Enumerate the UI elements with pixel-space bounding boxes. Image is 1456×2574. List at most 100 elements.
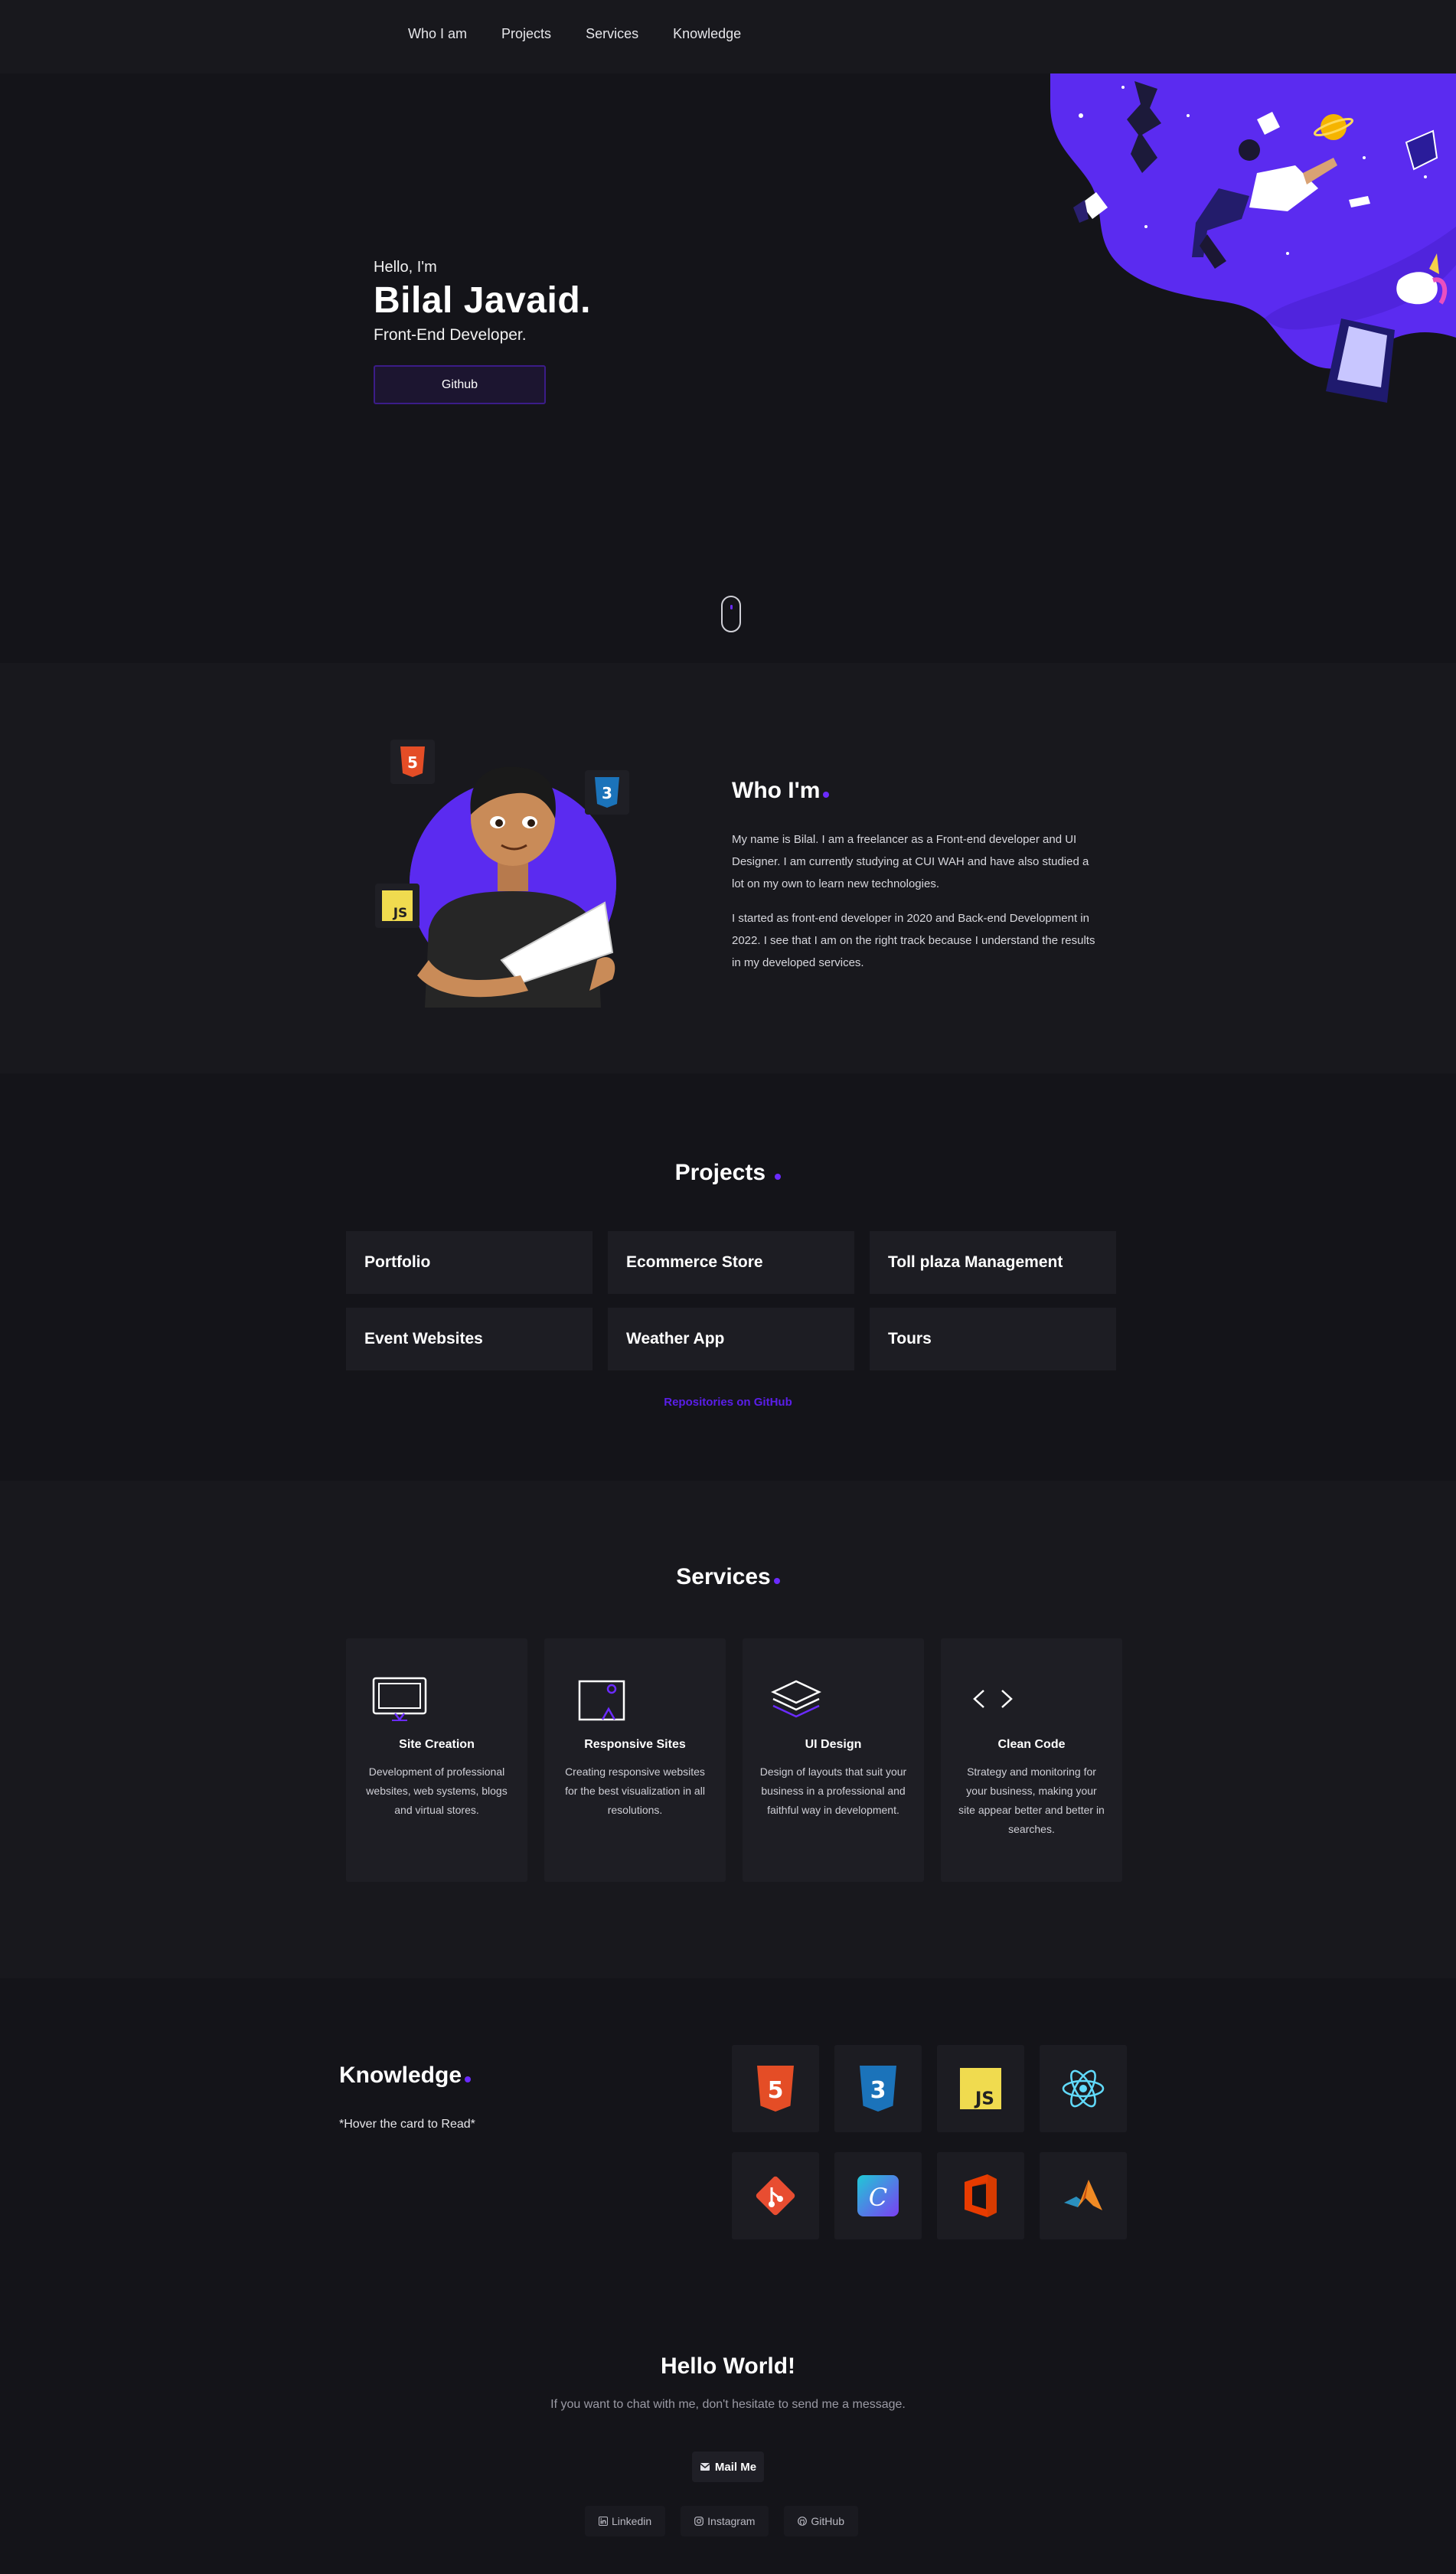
knowledge-card-git[interactable] [732, 2152, 819, 2239]
linkedin-label: Linkedin [612, 2515, 652, 2527]
nav-links: Who I am Projects Services Knowledge [408, 26, 741, 42]
matlab-icon [1064, 2180, 1102, 2210]
linkedin-link[interactable]: Linkedin [585, 2506, 666, 2536]
css3-icon: 3 [595, 777, 619, 808]
title-accent-dot [465, 2076, 472, 2082]
mail-me-label: Mail Me [714, 2460, 757, 2474]
floating-astronaut-illustration [1050, 73, 1456, 403]
knowledge-card-css3[interactable]: 3 [834, 2045, 922, 2132]
javascript-icon: JS [960, 2068, 1001, 2109]
about-title: Who I'm [732, 778, 1099, 804]
title-accent-dot [775, 1174, 782, 1180]
nav-link-who-i-am[interactable]: Who I am [408, 26, 467, 42]
knowledge-card-canva[interactable]: C [834, 2152, 922, 2239]
knowledge-card-matlab[interactable] [1040, 2152, 1127, 2239]
about-paragraph-2: I started as front-end developer in 2020… [732, 912, 1095, 969]
projects-section: Projects Portfolio Ecommerce Store Toll … [0, 1073, 1456, 1481]
knowledge-title: Knowledge [339, 2063, 475, 2089]
css3-badge: 3 [585, 770, 629, 815]
javascript-icon: JS [382, 890, 413, 921]
services-grid: Site Creation Development of professiona… [346, 1638, 1122, 1882]
service-card-responsive-sites[interactable]: Responsive Sites Creating responsive web… [544, 1638, 726, 1882]
react-icon [1062, 2069, 1105, 2108]
title-accent-dot [773, 1578, 780, 1584]
project-card-tours[interactable]: Tours [870, 1308, 1116, 1370]
knowledge-title-text: Knowledge [339, 2063, 462, 2088]
about-paragraph-1: My name is Bilal. I am a freelancer as a… [732, 833, 1089, 890]
service-card-ui-design[interactable]: UI Design Design of layouts that suit yo… [743, 1638, 924, 1882]
project-card-ecommerce-store[interactable]: Ecommerce Store [608, 1231, 854, 1294]
hero-intro: Hello, I'm Bilal Javaid. Front-End Devel… [374, 259, 591, 404]
code-icon [958, 1677, 1105, 1721]
instagram-link[interactable]: Instagram [681, 2506, 769, 2536]
service-title: Responsive Sites [584, 1738, 686, 1751]
javascript-badge: JS [375, 884, 419, 928]
nav-link-services[interactable]: Services [586, 26, 638, 42]
svg-text:JS: JS [393, 906, 408, 921]
social-links: Linkedin Instagram GitHub [585, 2506, 858, 2536]
svg-text:5: 5 [407, 753, 418, 772]
projects-title-text: Projects [674, 1160, 766, 1185]
hero-role: Front-End Developer. [374, 326, 527, 344]
monitor-icon [363, 1677, 511, 1721]
canva-icon: C [857, 2175, 899, 2216]
service-title: Site Creation [399, 1738, 475, 1751]
service-card-site-creation[interactable]: Site Creation Development of professiona… [346, 1638, 527, 1882]
git-icon [756, 2176, 795, 2216]
github-label: GitHub [811, 2515, 844, 2527]
knowledge-intro: Knowledge *Hover the card to Read* [339, 2063, 475, 2131]
knowledge-card-office[interactable] [937, 2152, 1024, 2239]
svg-text:JS: JS [974, 2089, 994, 2109]
hero-section: Hello, I'm Bilal Javaid. Front-End Devel… [0, 73, 1456, 663]
knowledge-section: Knowledge *Hover the card to Read* 5 3 J… [0, 1978, 1456, 2277]
title-accent-dot [823, 792, 830, 798]
service-title: Clean Code [997, 1738, 1066, 1751]
knowledge-card-react[interactable] [1040, 2045, 1127, 2132]
knowledge-hint: *Hover the card to Read* [339, 2118, 475, 2131]
css3-icon: 3 [860, 2066, 896, 2112]
hero-greeting: Hello, I'm [374, 259, 437, 276]
projects-grid: Portfolio Ecommerce Store Toll plaza Man… [346, 1231, 1119, 1370]
instagram-label: Instagram [707, 2515, 756, 2527]
service-description: Development of professional websites, we… [366, 1766, 508, 1816]
envelope-icon [700, 2463, 710, 2471]
mail-me-button[interactable]: Mail Me [692, 2452, 764, 2482]
project-card-weather-app[interactable]: Weather App [608, 1308, 854, 1370]
service-description: Creating responsive websites for the bes… [565, 1766, 705, 1816]
about-section: 5 3 JS Who I'm My name is Bilal. I am a … [0, 663, 1456, 1073]
contact-message: If you want to chat with me, don't hesit… [550, 2398, 906, 2411]
about-title-text: Who I'm [732, 778, 821, 803]
top-navbar: Who I am Projects Services Knowledge [0, 0, 1456, 73]
service-description: Strategy and monitoring for your busines… [958, 1766, 1105, 1835]
html5-icon: 5 [400, 746, 425, 777]
hero-name: Bilal Javaid. [374, 280, 591, 321]
nav-link-projects[interactable]: Projects [501, 26, 551, 42]
svg-text:C: C [869, 2183, 887, 2212]
project-card-toll-plaza-management[interactable]: Toll plaza Management [870, 1231, 1116, 1294]
contact-title: Hello World! [660, 2354, 796, 2379]
services-section: Services Site Creation Development of pr… [0, 1481, 1456, 1978]
svg-text:3: 3 [602, 784, 612, 802]
html5-badge: 5 [390, 740, 435, 784]
github-repositories-link[interactable]: Repositories on GitHub [0, 1396, 1456, 1409]
project-card-portfolio[interactable]: Portfolio [346, 1231, 593, 1294]
about-content: Who I'm My name is Bilal. I am a freelan… [732, 778, 1099, 974]
knowledge-card-javascript[interactable]: JS [937, 2045, 1024, 2132]
service-description: Design of layouts that suit your busines… [759, 1766, 907, 1816]
scroll-down-indicator[interactable] [721, 596, 741, 632]
instagram-icon [694, 2517, 704, 2526]
github-button[interactable]: Github [374, 365, 546, 404]
nav-link-knowledge[interactable]: Knowledge [673, 26, 741, 42]
github-icon [798, 2517, 808, 2526]
projects-title: Projects [0, 1160, 1456, 1186]
service-title: UI Design [805, 1738, 862, 1751]
services-title-text: Services [676, 1564, 771, 1589]
services-title: Services [0, 1564, 1456, 1590]
project-card-event-websites[interactable]: Event Websites [346, 1308, 593, 1370]
svg-text:5: 5 [768, 2077, 784, 2104]
contact-section: Hello World! If you want to chat with me… [0, 2277, 1456, 2574]
knowledge-card-html5[interactable]: 5 [732, 2045, 819, 2132]
office-icon [965, 2174, 997, 2217]
github-link[interactable]: GitHub [784, 2506, 858, 2536]
service-card-clean-code[interactable]: Clean Code Strategy and monitoring for y… [941, 1638, 1122, 1882]
